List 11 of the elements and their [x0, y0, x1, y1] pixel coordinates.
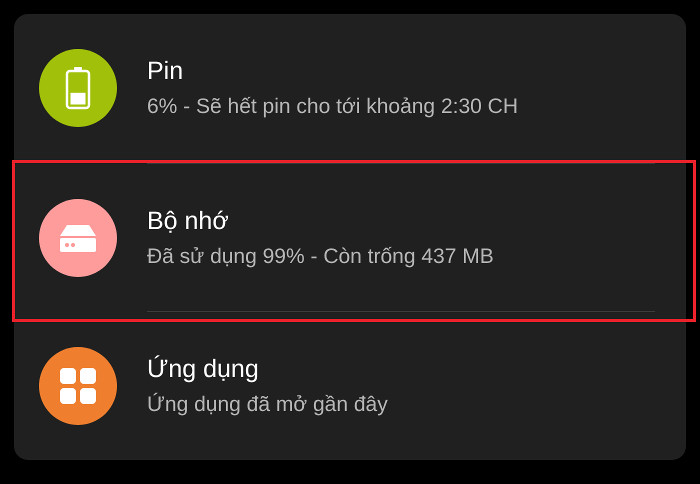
item-subtitle: 6% - Sẽ hết pin cho tới khoảng 2:30 CH	[147, 94, 518, 120]
item-title: Ứng dụng	[147, 354, 260, 384]
item-subtitle: Ứng dụng đã mở gần đây	[147, 392, 388, 418]
item-title: Pin	[147, 56, 184, 86]
settings-item[interactable]: Ứng dụng Ứng dụng đã mở gần đây	[14, 312, 686, 460]
settings-item[interactable]: Bộ nhớ Đã sử dụng 99% - Còn trống 437 MB	[14, 164, 686, 312]
apps-grid-icon	[60, 368, 96, 404]
item-subtitle: Đã sử dụng 99% - Còn trống 437 MB	[147, 244, 494, 270]
storage-drive-icon	[59, 222, 97, 252]
item-title: Bộ nhớ	[147, 206, 230, 236]
settings-item[interactable]: Pin 6% - Sẽ hết pin cho tới khoảng 2:30 CH	[14, 14, 686, 163]
